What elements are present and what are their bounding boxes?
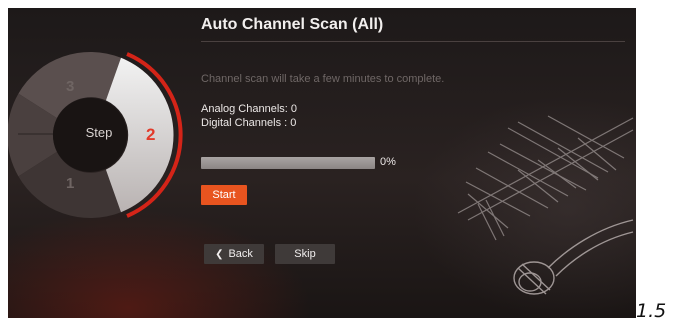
step-number-3: 3 [66,78,75,95]
title-divider [201,41,625,42]
digital-channels-count: Digital Channels : 0 [201,117,297,129]
progress-percent: 0% [380,156,396,168]
chevron-left-icon: ❮ [215,249,224,260]
step-number-1: 1 [66,175,75,192]
step-number-2: 2 [146,125,156,144]
step-hub-label: Step [85,125,113,140]
page-title: Auto Channel Scan (All) [201,16,384,33]
progress-track [201,157,375,169]
back-button[interactable]: ❮ Back [204,244,264,264]
step-wheel [8,51,183,219]
tv-setup-screen: Step 3 2 1 Auto Channel Scan (All) Chann… [8,8,636,318]
start-button[interactable]: Start [201,185,247,205]
skip-button[interactable]: Skip [275,244,335,264]
scan-description: Channel scan will take a few minutes to … [201,73,445,85]
figure-caption: 1.5 [636,300,667,322]
back-button-label: Back [228,248,253,260]
antenna-illustration [457,115,634,295]
analog-channels-count: Analog Channels: 0 [201,103,298,115]
scan-progress-bar [201,157,375,169]
